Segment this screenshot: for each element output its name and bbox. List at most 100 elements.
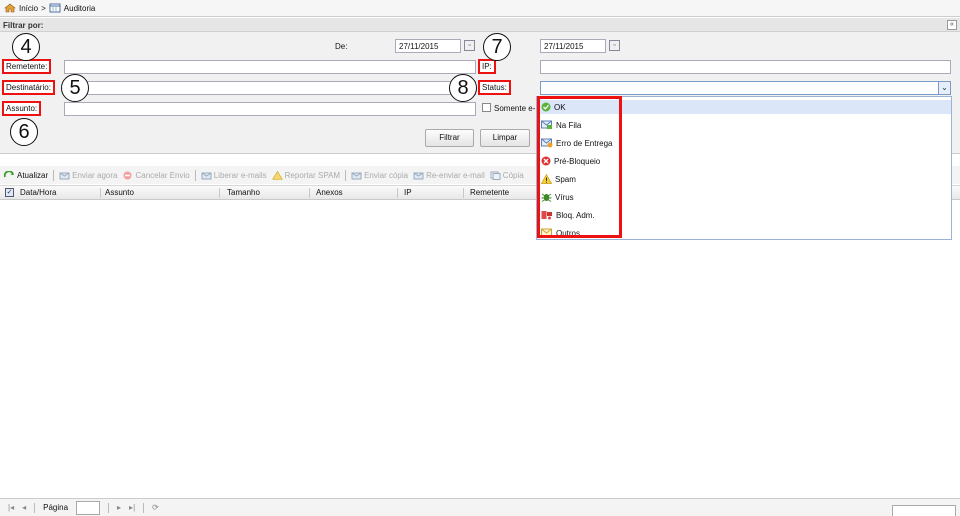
liberar-emails-button[interactable]: Liberar e-mails bbox=[201, 171, 267, 180]
ate-calendar-icon[interactable]: ▫ bbox=[609, 40, 620, 51]
enviar-agora-button[interactable]: Enviar agora bbox=[59, 171, 117, 180]
toolbar-divider bbox=[194, 169, 196, 181]
breadcrumb: Início > Auditoria bbox=[0, 0, 960, 17]
destinatario-input[interactable] bbox=[64, 81, 476, 95]
limpar-button[interactable]: Limpar bbox=[480, 129, 530, 147]
status-select[interactable]: ⌄ bbox=[540, 81, 951, 95]
column-header-ip[interactable]: IP bbox=[404, 188, 412, 197]
column-header-remetente[interactable]: Remetente bbox=[470, 188, 509, 197]
annotation-badge-8: 8 bbox=[449, 74, 477, 102]
filtrar-button[interactable]: Filtrar bbox=[425, 129, 474, 147]
bug-icon bbox=[541, 193, 552, 202]
pager: |◂ ◂ Página ▸ ▸| ⟳ bbox=[0, 498, 960, 516]
pager-divider bbox=[143, 502, 145, 513]
column-divider bbox=[397, 188, 398, 198]
cancelar-envio-label: Cancelar Envio bbox=[135, 170, 190, 180]
refresh-icon[interactable]: ⟳ bbox=[152, 503, 159, 512]
collapse-button[interactable]: « bbox=[947, 20, 957, 30]
admin-block-icon bbox=[541, 211, 552, 220]
mail-error-icon bbox=[541, 138, 553, 148]
enviar-copia-button[interactable]: Enviar cópia bbox=[351, 171, 408, 180]
annotation-badge-6: 6 bbox=[10, 118, 38, 146]
mail-queue-icon bbox=[541, 120, 552, 129]
last-page-icon[interactable]: ▸| bbox=[129, 503, 135, 512]
select-all-checkbox[interactable]: ✓ bbox=[5, 188, 14, 197]
column-divider bbox=[309, 188, 310, 198]
annotation-badge-7: 7 bbox=[483, 33, 511, 61]
ip-label: IP: bbox=[478, 59, 496, 74]
status-option-spam[interactable]: Spam bbox=[541, 172, 576, 186]
enviar-agora-label: Enviar agora bbox=[72, 170, 118, 180]
assunto-input[interactable] bbox=[64, 102, 476, 116]
annotation-badge-4: 4 bbox=[12, 33, 40, 61]
status-dropdown-list: OK Na Fila Erro de Entrega Pré-Bloqueio … bbox=[536, 96, 952, 240]
status-option-label: Vírus bbox=[555, 192, 574, 202]
pager-info-box bbox=[892, 505, 956, 516]
refresh-icon bbox=[4, 170, 14, 177]
de-calendar-icon[interactable]: ▫ bbox=[464, 40, 475, 51]
remetente-label: Remetente: bbox=[2, 59, 52, 74]
column-divider bbox=[100, 188, 101, 198]
copy-icon bbox=[490, 171, 501, 180]
somente-label: Somente e- bbox=[494, 104, 536, 113]
block-icon bbox=[541, 156, 551, 166]
status-option-pre-bloqueio[interactable]: Pré-Bloqueio bbox=[541, 154, 600, 168]
copia-button[interactable]: Cópia bbox=[490, 171, 524, 180]
filter-header: Filtrar por: « bbox=[0, 18, 960, 32]
column-divider bbox=[219, 188, 220, 198]
status-option-erro-de-entrega[interactable]: Erro de Entrega bbox=[541, 136, 612, 150]
status-option-label: Na Fila bbox=[556, 120, 582, 130]
filter-title: Filtrar por: bbox=[3, 21, 44, 30]
somente-checkbox[interactable] bbox=[482, 103, 491, 112]
chevron-down-icon[interactable]: ⌄ bbox=[938, 82, 950, 94]
toolbar-divider bbox=[53, 169, 55, 181]
liberar-emails-label: Liberar e-mails bbox=[213, 170, 267, 180]
column-header-datahora[interactable]: Data/Hora bbox=[20, 188, 56, 197]
check-circle-icon bbox=[541, 102, 551, 112]
breadcrumb-current: Auditoria bbox=[63, 3, 96, 13]
status-option-bloq-adm[interactable]: Bloq. Adm. bbox=[541, 208, 595, 222]
destinatario-label: Destinatário: bbox=[2, 80, 55, 95]
column-header-assunto[interactable]: Assunto bbox=[105, 188, 134, 197]
assunto-label: Assunto: bbox=[2, 101, 42, 116]
cancelar-envio-button[interactable]: Cancelar Envio bbox=[122, 170, 190, 180]
remetente-input[interactable] bbox=[64, 60, 476, 74]
enviar-copia-label: Enviar cópia bbox=[364, 170, 409, 180]
next-page-icon[interactable]: ▸ bbox=[117, 503, 121, 512]
status-option-label: Pré-Bloqueio bbox=[554, 156, 601, 166]
reportar-spam-button[interactable]: Reportar SPAM bbox=[271, 170, 341, 180]
breadcrumb-home[interactable]: Início bbox=[19, 4, 38, 13]
reportar-spam-label: Reportar SPAM bbox=[284, 170, 341, 180]
column-divider bbox=[463, 188, 464, 198]
status-option-outros[interactable]: Outros bbox=[541, 226, 580, 240]
annotation-badge-5: 5 bbox=[61, 74, 89, 102]
status-option-virus[interactable]: Vírus bbox=[541, 190, 574, 204]
mail-release-icon bbox=[201, 172, 212, 179]
mail-copy-icon bbox=[351, 172, 362, 179]
status-option-label: Outros bbox=[556, 228, 581, 238]
prev-page-icon[interactable]: ◂ bbox=[22, 503, 26, 512]
atualizar-button[interactable]: Atualizar bbox=[4, 170, 49, 180]
first-page-icon[interactable]: |◂ bbox=[8, 503, 14, 512]
warning-icon bbox=[541, 174, 552, 184]
breadcrumb-separator: > bbox=[41, 3, 46, 13]
ate-date-input[interactable]: 27/11/2015 bbox=[540, 39, 606, 53]
ip-input[interactable] bbox=[540, 60, 951, 74]
status-option-label: Bloq. Adm. bbox=[556, 210, 595, 220]
pager-divider bbox=[108, 502, 110, 513]
pager-divider bbox=[34, 502, 36, 513]
de-date-input[interactable]: 27/11/2015 bbox=[395, 39, 461, 53]
status-option-ok[interactable]: OK bbox=[537, 100, 951, 114]
page-number-input[interactable] bbox=[76, 500, 101, 515]
calendar-icon bbox=[49, 3, 61, 13]
status-label: Status: bbox=[478, 80, 511, 95]
column-header-tamanho[interactable]: Tamanho bbox=[227, 188, 260, 197]
home-icon[interactable] bbox=[4, 3, 16, 13]
column-header-anexos[interactable]: Anexos bbox=[316, 188, 343, 197]
de-label: De: bbox=[335, 42, 348, 51]
atualizar-label: Atualizar bbox=[17, 170, 49, 180]
mail-resend-icon bbox=[413, 172, 424, 179]
status-option-na-fila[interactable]: Na Fila bbox=[541, 118, 581, 132]
reenviar-email-button[interactable]: Re-enviar e-mail bbox=[413, 171, 485, 180]
warning-icon bbox=[271, 170, 283, 180]
